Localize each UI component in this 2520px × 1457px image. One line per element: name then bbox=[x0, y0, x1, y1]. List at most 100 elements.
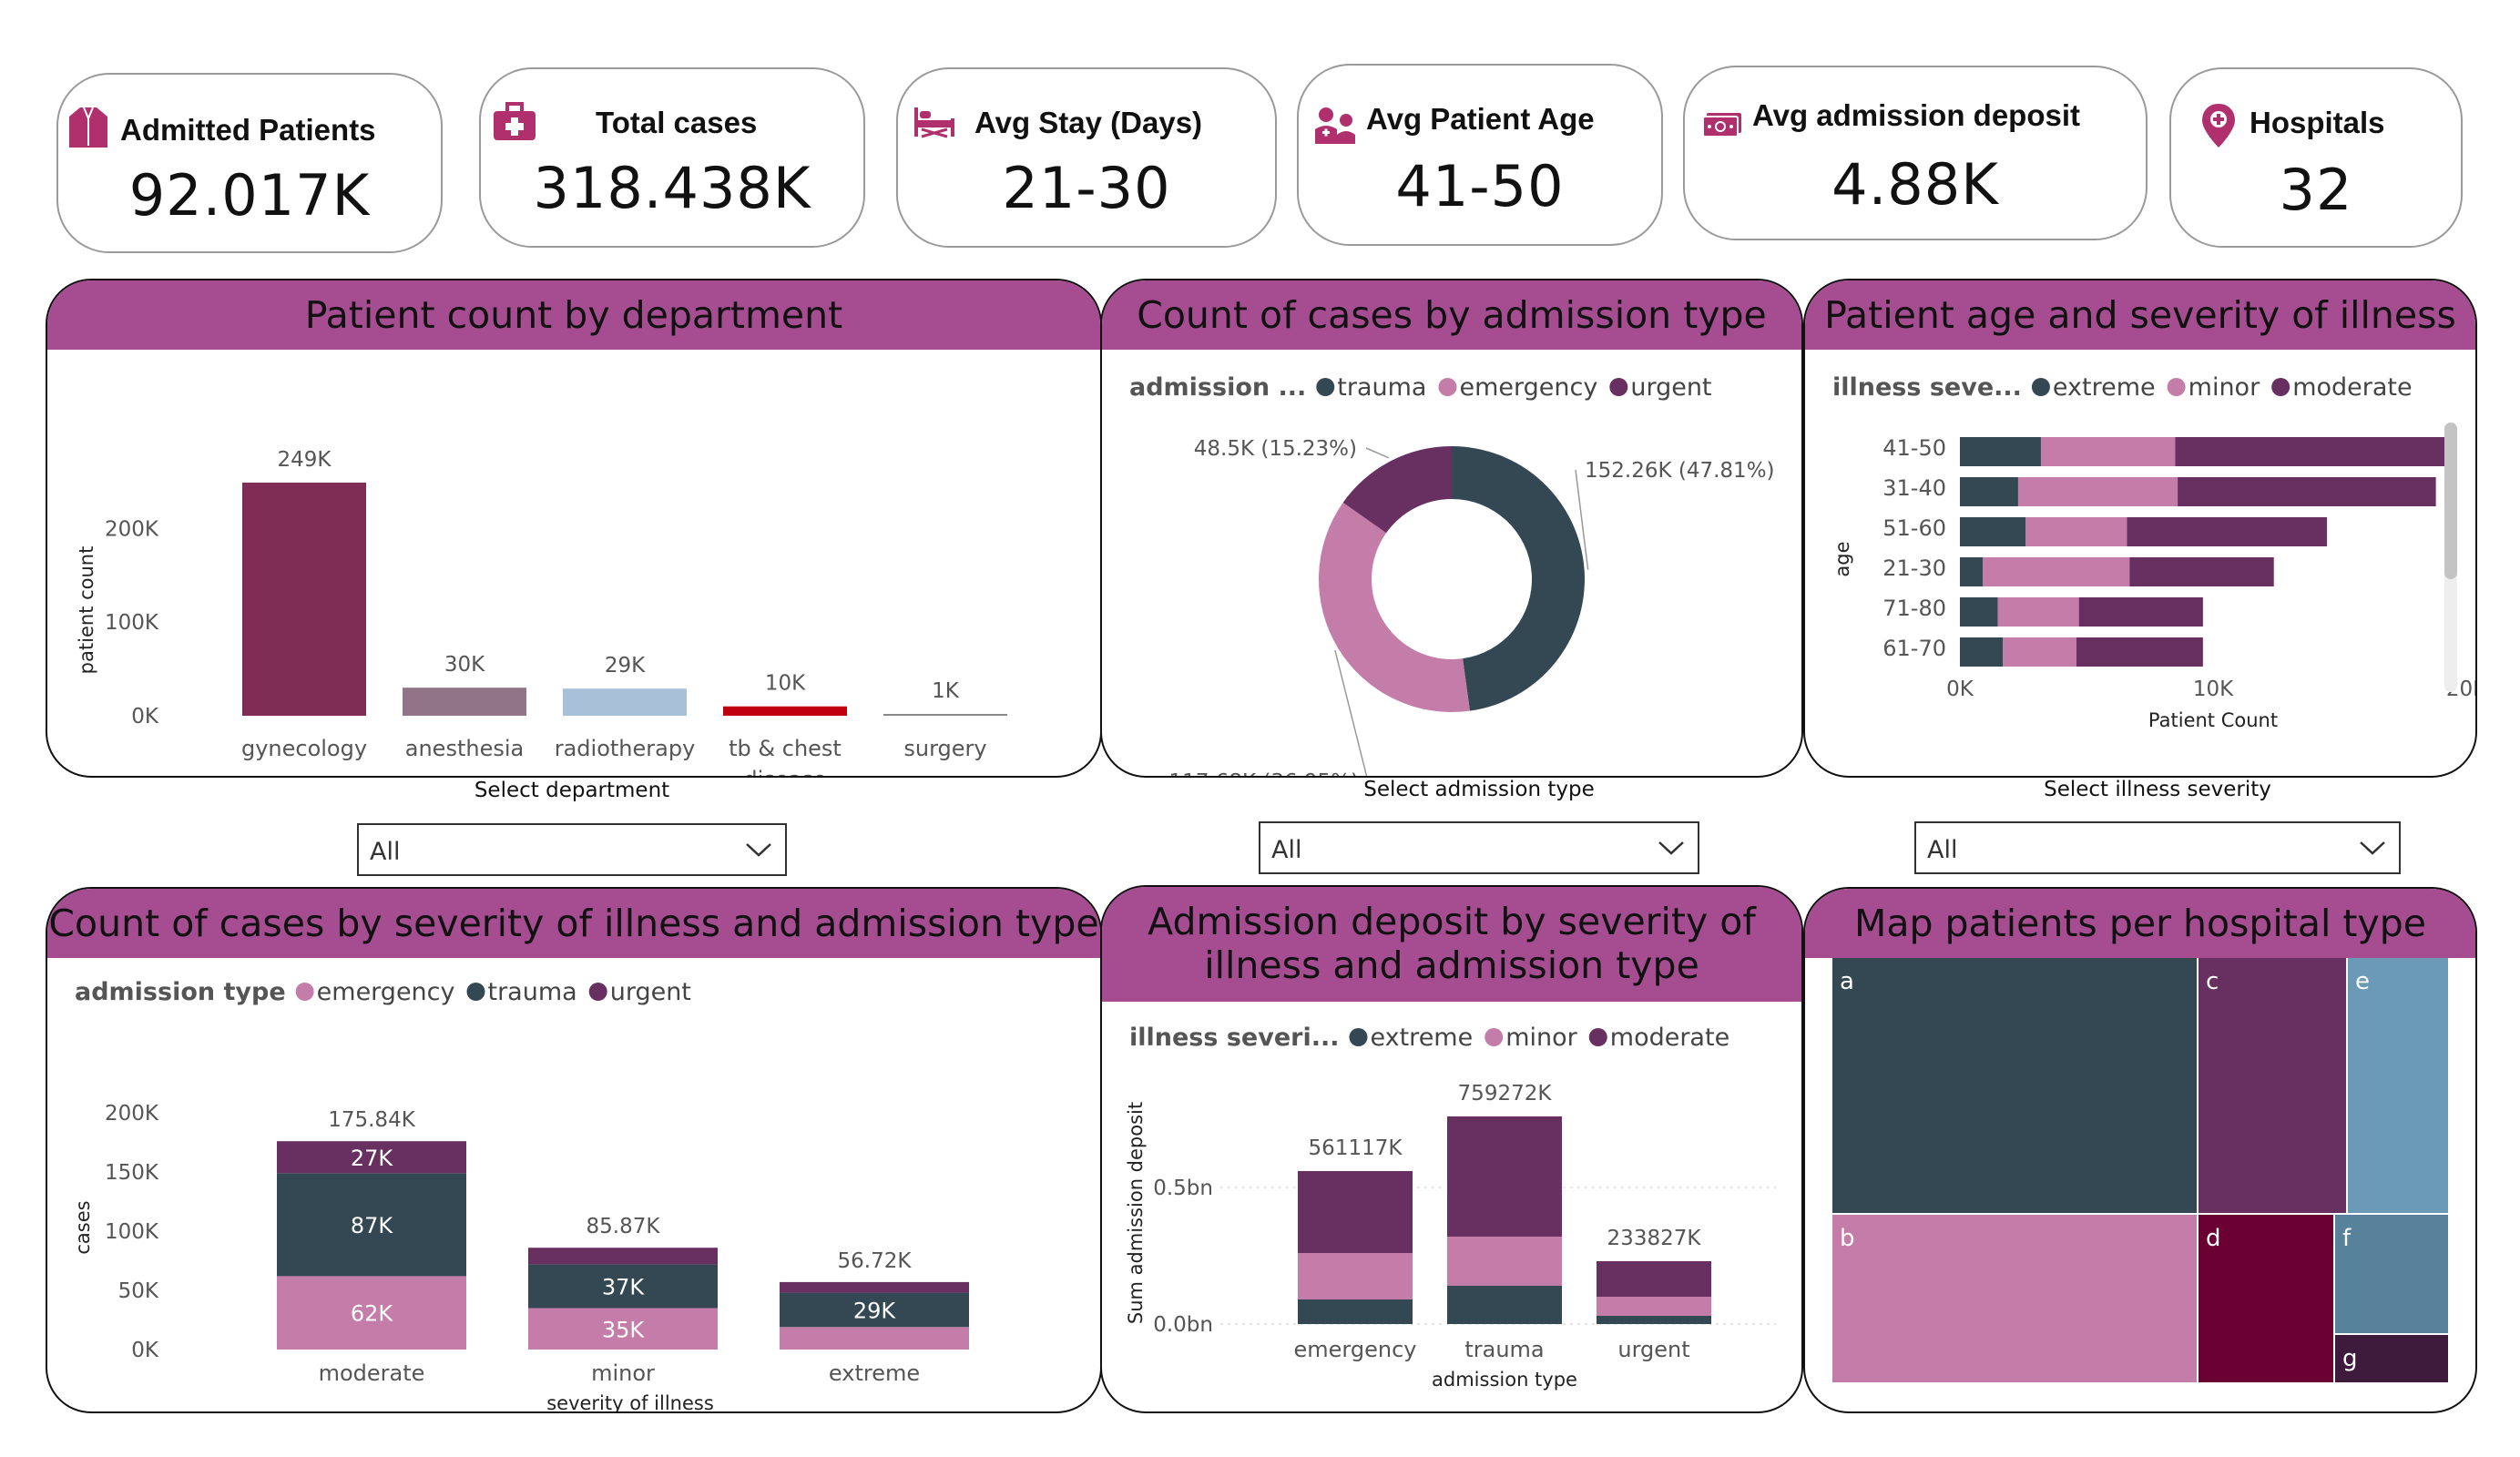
data-label: 152.26K (47.81%) bbox=[1585, 459, 1775, 483]
doctor-patient-icon bbox=[1315, 107, 1355, 144]
department-dropdown[interactable]: All bbox=[357, 823, 787, 876]
dropdown-value: All bbox=[370, 838, 401, 866]
legend-item: emergency bbox=[317, 978, 455, 1006]
patient-coat-icon bbox=[69, 107, 107, 148]
admission-type-dropdown[interactable]: All bbox=[1259, 821, 1699, 874]
y-tick-label: 71-80 bbox=[1882, 596, 1946, 621]
panel-cases-by-severity-and-admission: Count of cases by severity of illness an… bbox=[46, 887, 1102, 1413]
legend-title: admission ... bbox=[1129, 373, 1306, 402]
panel-admission-deposit: Admission deposit by severity of illness… bbox=[1100, 885, 1803, 1413]
data-label: 29K bbox=[853, 1298, 897, 1323]
data-label: 35K bbox=[602, 1317, 646, 1342]
legend-item: urgent bbox=[1630, 373, 1711, 402]
bar-segment-extreme bbox=[1960, 557, 1984, 586]
y-tick-label: 0.0bn bbox=[1153, 1313, 1213, 1337]
legend-marker bbox=[2271, 378, 2290, 396]
bar-segment-urgent bbox=[780, 1281, 969, 1293]
legend-marker bbox=[1349, 1028, 1368, 1046]
kpi-card-total-cases: Total cases 318.438K bbox=[479, 67, 865, 248]
total-label: 85.87K bbox=[587, 1215, 661, 1238]
slicer-label-admission-type: Select admission type bbox=[1363, 778, 1595, 801]
bar-segment-moderate bbox=[2076, 637, 2203, 667]
x-tick-label: 0K bbox=[1946, 678, 1974, 701]
y-tick-label: 0K bbox=[131, 705, 159, 728]
scrollbar-thumb bbox=[2444, 423, 2457, 579]
total-label: 759272K bbox=[1458, 1082, 1553, 1105]
y-axis-title: Sum admission deposit bbox=[1125, 1102, 1147, 1324]
x-tick-label: trauma bbox=[1464, 1337, 1544, 1362]
y-axis-title: patient count bbox=[76, 546, 97, 675]
data-label: 30K bbox=[444, 653, 485, 677]
leader-line bbox=[1365, 447, 1390, 459]
data-label: 249K bbox=[278, 448, 332, 472]
data-label: 87K bbox=[351, 1213, 394, 1238]
x-tick-label: surgery bbox=[903, 736, 986, 761]
bar-segment-extreme bbox=[1960, 517, 2026, 546]
kpi-value: 41-50 bbox=[1395, 153, 1565, 219]
panel-title: Patient count by department bbox=[47, 280, 1100, 350]
kpi-title: Total cases bbox=[596, 106, 758, 139]
bar-segment-extreme bbox=[1960, 637, 2004, 667]
hospital-bed-icon bbox=[914, 107, 954, 138]
bar-segment-minor bbox=[2040, 437, 2176, 466]
legend-marker bbox=[1588, 1028, 1607, 1046]
bar-segment-extreme bbox=[1960, 477, 2018, 506]
panel-title-line2: illness and admission type bbox=[1204, 943, 1699, 987]
illness-severity-dropdown[interactable]: All bbox=[1914, 821, 2401, 874]
legend-item: urgent bbox=[610, 978, 691, 1006]
x-tick-label: tb & chest bbox=[729, 736, 842, 761]
cash-icon bbox=[1702, 113, 1741, 138]
chart-admission-deposit: illness severi... extreme minor moderate 0.0… bbox=[1125, 1024, 1776, 1391]
data-label: 10K bbox=[765, 672, 806, 696]
x-tick-label: extreme bbox=[829, 1360, 920, 1386]
kpi-title: Avg Patient Age bbox=[1366, 102, 1595, 136]
chart-treemap-hospital-type: a b c d e f g bbox=[1832, 958, 2448, 1382]
data-label: 27K bbox=[351, 1146, 394, 1171]
kpi-value: 318.438K bbox=[533, 155, 811, 221]
x-tick-label: 10K bbox=[2193, 678, 2234, 701]
x-tick-label: minor bbox=[591, 1360, 655, 1386]
kpi-value: 4.88K bbox=[1831, 151, 1999, 218]
kpi-title: Avg Stay (Days) bbox=[974, 106, 1203, 139]
kpi-card-admitted-patients: Admitted Patients 92.017K bbox=[56, 73, 443, 253]
legend-item: emergency bbox=[1459, 373, 1597, 402]
chart-patient-count-by-department: 0K 100K 200K 249K gynecology 30K anesthesia 29K… bbox=[76, 448, 1007, 776]
legend-marker bbox=[588, 983, 607, 1001]
legend-item: minor bbox=[1505, 1024, 1577, 1052]
legend-marker bbox=[1484, 1028, 1504, 1046]
y-tick-label: 100K bbox=[105, 1220, 159, 1244]
donut-slice-emergency bbox=[1319, 502, 1470, 712]
panel-cases-by-admission-type: Count of cases by admission type admissi… bbox=[1100, 279, 1803, 778]
panel-title-line1: Admission deposit by severity of bbox=[1148, 900, 1756, 943]
legend-marker bbox=[466, 983, 485, 1001]
y-tick-label: 100K bbox=[105, 611, 159, 635]
x-tick-label: disease bbox=[743, 767, 826, 776]
legend-title: illness severi... bbox=[1129, 1024, 1339, 1052]
data-label: 62K bbox=[351, 1301, 394, 1327]
y-tick-label: 0.5bn bbox=[1153, 1177, 1213, 1200]
bar-segment-urgent bbox=[528, 1248, 718, 1265]
treemap-label: g bbox=[2342, 1345, 2358, 1372]
bar-surgery bbox=[883, 714, 1007, 716]
bar-segment-extreme bbox=[1960, 437, 2041, 466]
legend-marker bbox=[1609, 378, 1628, 396]
y-tick-label: 41-50 bbox=[1882, 435, 1946, 461]
panel-title: Count of cases by admission type bbox=[1102, 280, 1801, 350]
treemap-label: e bbox=[2355, 968, 2370, 995]
total-label: 561117K bbox=[1309, 1136, 1403, 1160]
y-tick-label: 200K bbox=[105, 517, 159, 541]
bar-segment-moderate bbox=[2078, 597, 2203, 627]
chevron-down-icon bbox=[746, 843, 771, 857]
kpi-title: Avg admission deposit bbox=[1752, 98, 2081, 132]
treemap-label: a bbox=[1840, 968, 1854, 995]
y-axis-title: cases bbox=[72, 1200, 94, 1254]
y-tick-label: 21-30 bbox=[1882, 555, 1946, 581]
bar-segment-extreme bbox=[1597, 1316, 1711, 1324]
kpi-card-avg-admission-deposit: Avg admission deposit 4.88K bbox=[1683, 66, 2148, 240]
x-tick-label: gynecology bbox=[241, 736, 367, 761]
x-tick-label: urgent bbox=[1617, 1337, 1689, 1362]
kpi-card-avg-stay: Avg Stay (Days) 21-30 bbox=[896, 67, 1277, 248]
panel-patient-count-by-department: Patient count by department 0K 100K 200K 24… bbox=[46, 279, 1102, 778]
kpi-value: 92.017K bbox=[128, 162, 371, 229]
panel-title: Map patients per hospital type bbox=[1805, 889, 2475, 958]
